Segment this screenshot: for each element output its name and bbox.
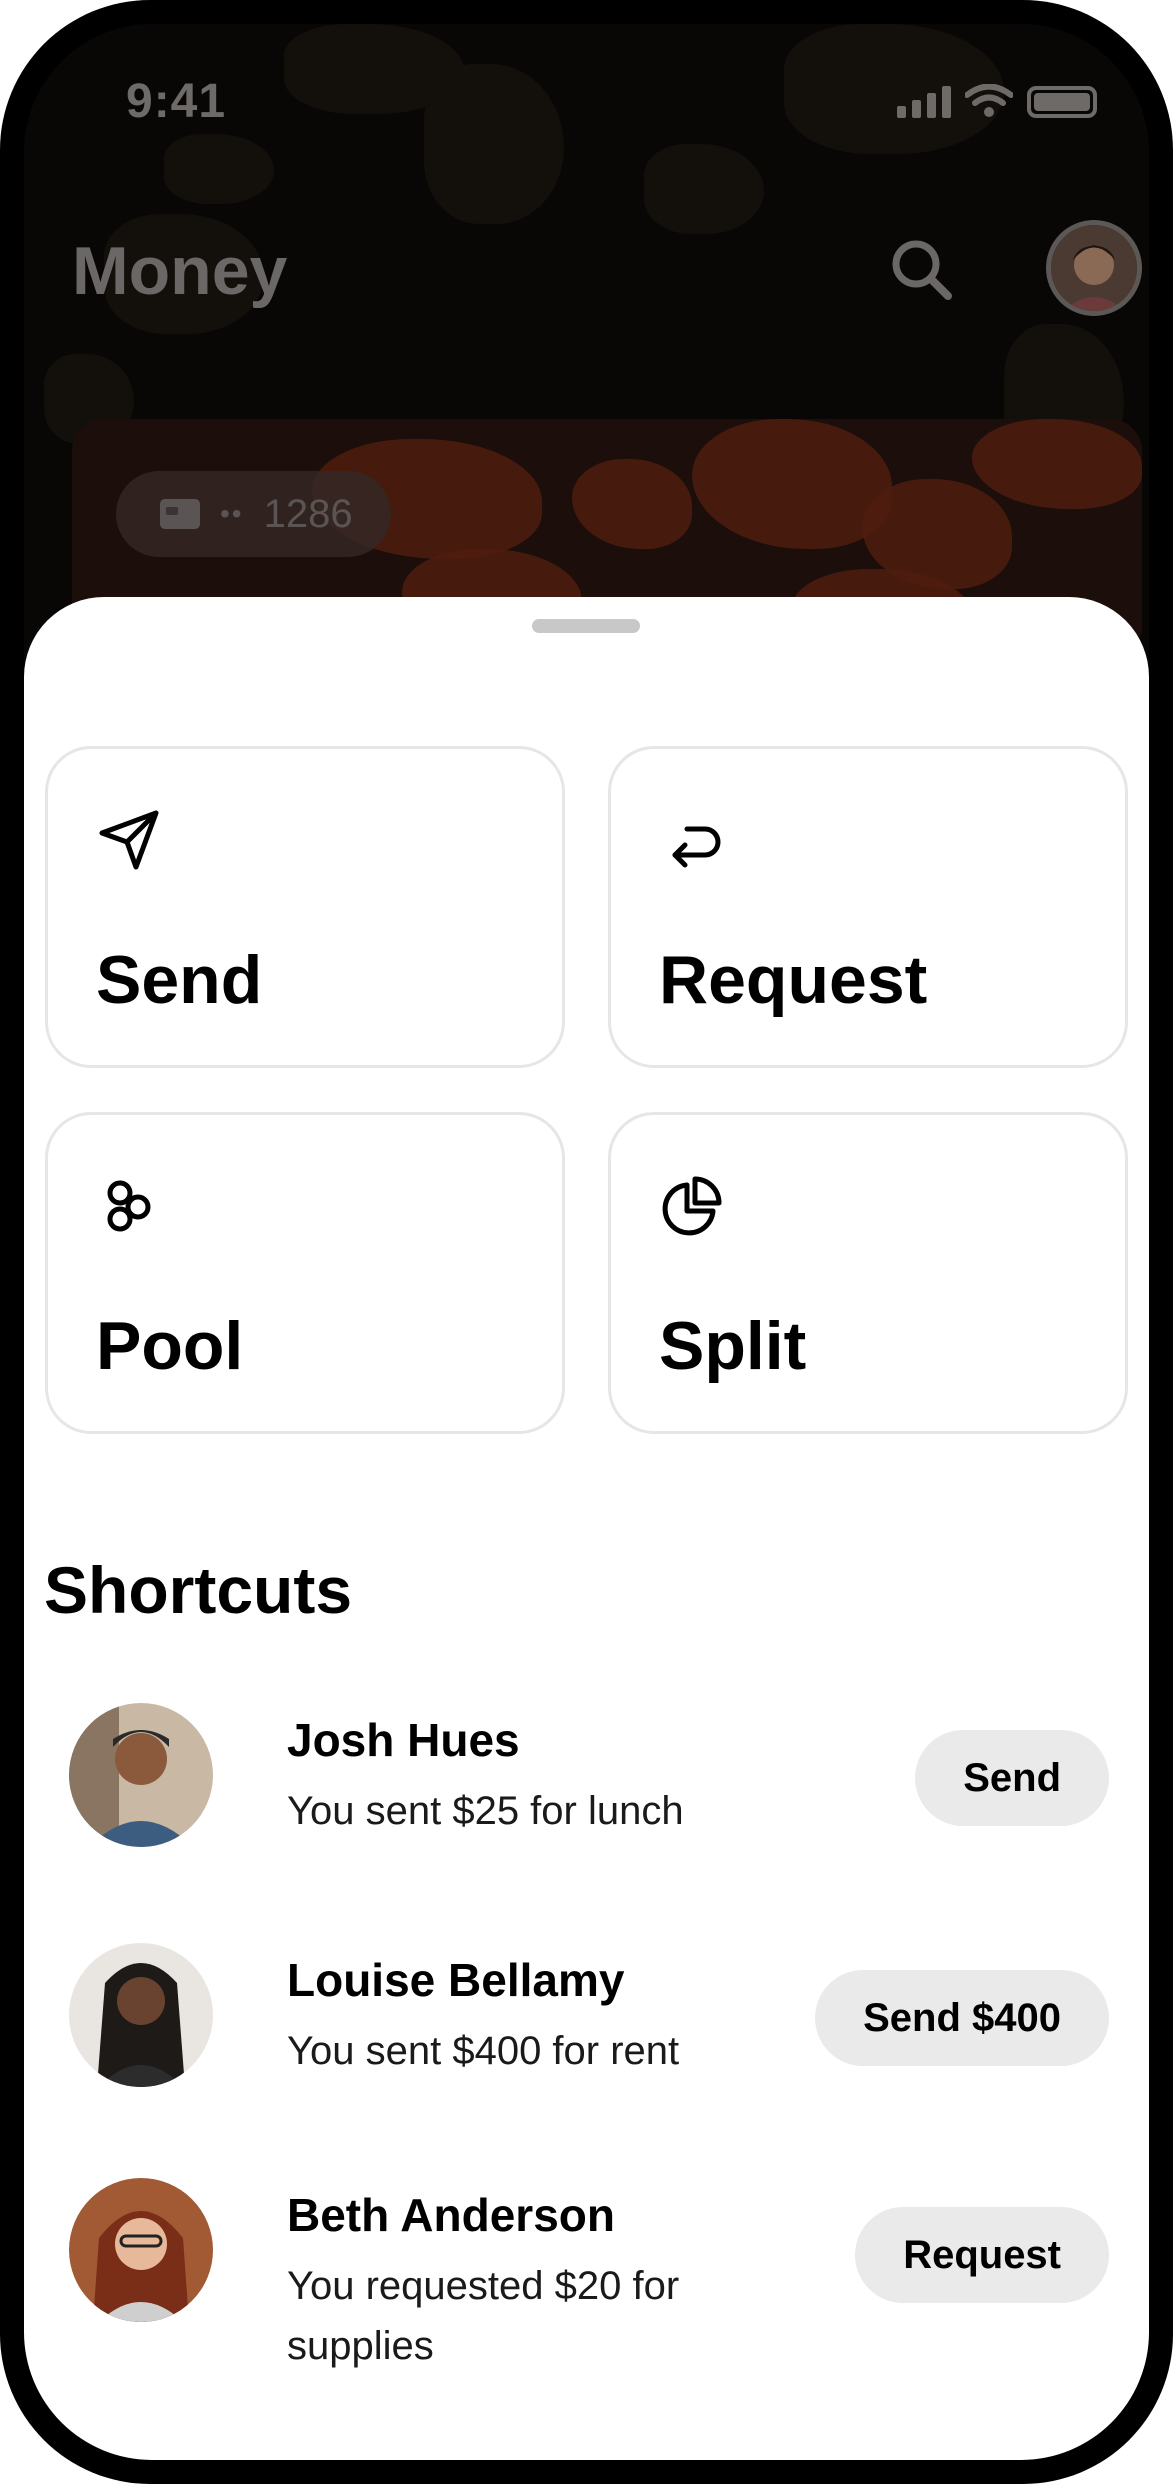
- screen: •• 1286 9:41 Money Send Request Pool Spl…: [24, 24, 1149, 2460]
- shortcuts-heading: Shortcuts: [44, 1553, 353, 1627]
- contact-name: Beth Anderson: [287, 2189, 615, 2241]
- avatar: [69, 1943, 213, 2087]
- avatar: [69, 2178, 213, 2322]
- status-time: 9:41: [126, 75, 227, 128]
- action-label: Split: [659, 1308, 807, 1384]
- request-action[interactable]: Request: [608, 746, 1128, 1068]
- contact-name: Louise Bellamy: [287, 1954, 625, 2006]
- signal-icon: [897, 86, 951, 118]
- shortcut-row[interactable]: Louise Bellamy You sent $400 for rent Se…: [69, 1943, 1109, 2093]
- battery-icon: [1027, 86, 1097, 118]
- search-button[interactable]: [884, 230, 964, 310]
- wifi-icon: [965, 84, 1013, 117]
- request-button[interactable]: Request: [855, 2207, 1109, 2303]
- contact-name: Josh Hues: [287, 1714, 520, 1766]
- return-arrow-icon: [672, 826, 721, 868]
- action-label: Request: [659, 942, 928, 1018]
- shortcut-row[interactable]: Beth Anderson You requested $20 for supp…: [69, 2178, 1109, 2368]
- status-bar: 9:41: [24, 24, 1149, 164]
- send-button[interactable]: Send: [915, 1730, 1109, 1826]
- page-title: Money: [72, 233, 288, 309]
- send-icon: [99, 810, 159, 870]
- profile-avatar[interactable]: [1046, 220, 1142, 316]
- pie-chart-icon: [662, 1176, 722, 1236]
- send-amount-button[interactable]: Send $400: [815, 1970, 1109, 2066]
- action-label: Send: [96, 942, 263, 1018]
- contact-activity: You sent $25 for lunch: [287, 1789, 684, 1833]
- action-label: Pool: [96, 1308, 244, 1384]
- phone-frame: •• 1286 9:41 Money Send Request Pool Spl…: [0, 0, 1173, 2484]
- sheet-grabber[interactable]: [532, 619, 640, 633]
- search-icon: [892, 240, 952, 300]
- avatar: [69, 1703, 213, 1847]
- split-action[interactable]: Split: [608, 1112, 1128, 1434]
- pool-icon: [107, 1180, 151, 1232]
- contact-activity: You requested $20 for supplies: [287, 2264, 680, 2368]
- contact-activity: You sent $400 for rent: [287, 2029, 680, 2073]
- send-action[interactable]: Send: [45, 746, 565, 1068]
- pool-action[interactable]: Pool: [45, 1112, 565, 1434]
- shortcut-row[interactable]: Josh Hues You sent $25 for lunch Send: [69, 1703, 1109, 1853]
- bottom-sheet: Send Request Pool Split Shortcuts Josh H…: [24, 597, 1149, 2460]
